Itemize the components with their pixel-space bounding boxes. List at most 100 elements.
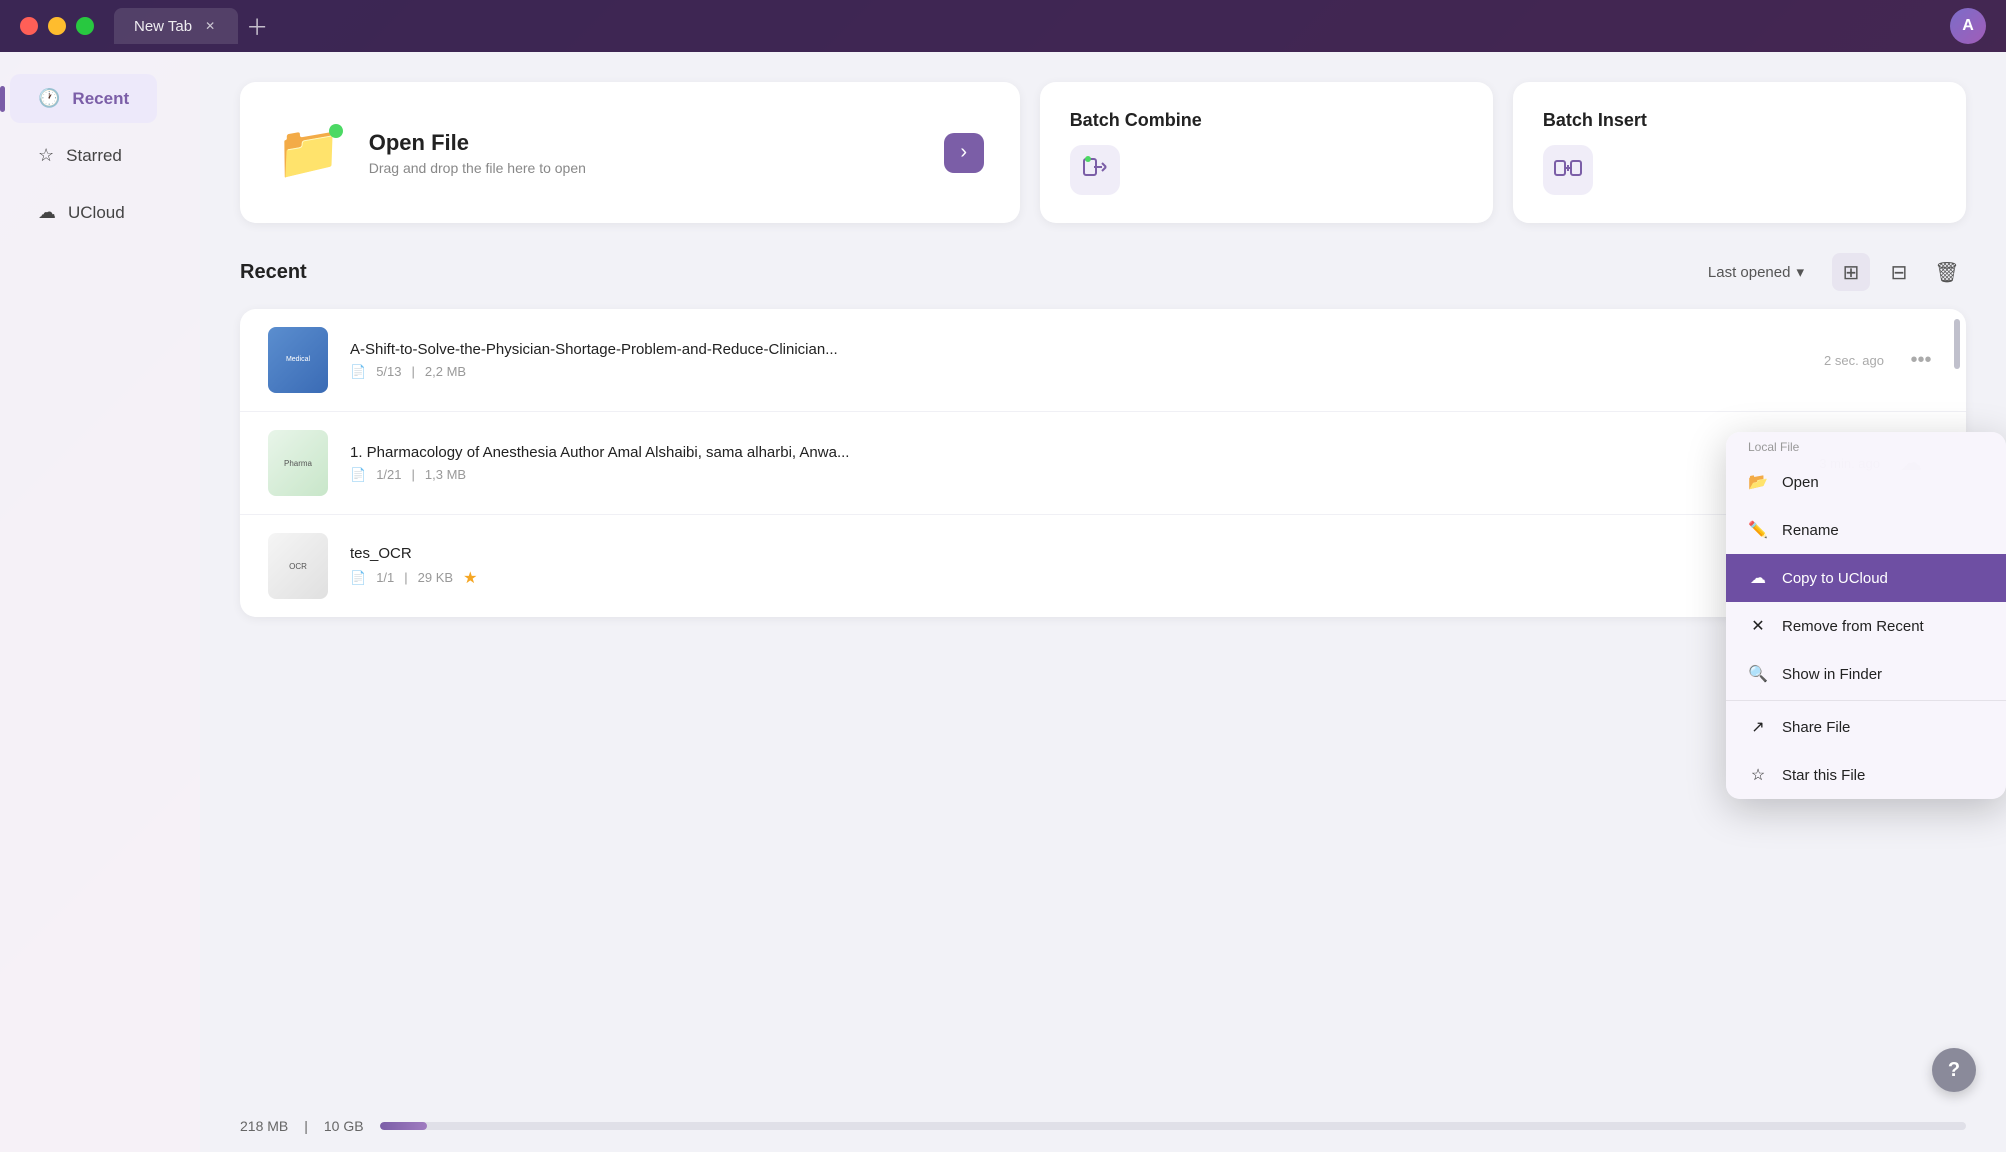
context-menu-label-rename: Rename (1782, 522, 1839, 539)
recent-title: Recent (240, 261, 307, 284)
sidebar: 🕐 Recent ☆ Starred ☁ UCloud (0, 52, 200, 1152)
star-icon: ★ (463, 568, 477, 588)
folder-icon: 📁 (276, 122, 341, 183)
file-size: 1,3 MB (425, 467, 466, 482)
file-pages: 5/13 (376, 364, 401, 379)
file-pages: 1/1 (376, 570, 394, 585)
batch-combine-card[interactable]: Batch Combine (1040, 82, 1493, 223)
chevron-down-icon: ▾ (1796, 263, 1804, 281)
context-menu-label-finder: Show in Finder (1782, 666, 1882, 683)
finder-icon: 🔍 (1748, 664, 1768, 684)
sidebar-item-label: Recent (72, 89, 129, 109)
file-thumbnail: OCR (268, 533, 328, 599)
context-menu-divider (1726, 700, 2006, 701)
page-icon: 📄 (350, 570, 366, 586)
help-button[interactable]: ? (1932, 1048, 1976, 1092)
content-area: 📁 Open File Drag and drop the file here … (200, 52, 2006, 1152)
recent-header: Recent Last opened ▾ ⊞ ⊟ 🗑 (240, 253, 1966, 291)
context-menu-label-remove: Remove from Recent (1782, 618, 1924, 635)
file-meta: 📄 1/21 | 1,3 MB (350, 467, 1819, 483)
close-button[interactable] (20, 17, 38, 35)
traffic-lights (20, 17, 94, 35)
avatar[interactable]: A (1950, 8, 1986, 44)
file-meta: 📄 1/1 | 29 KB ★ (350, 568, 1829, 588)
open-file-subtitle: Drag and drop the file here to open (369, 160, 586, 176)
file-info: tes_OCR 📄 1/1 | 29 KB ★ (350, 545, 1829, 588)
sort-button[interactable]: Last opened ▾ (1698, 257, 1814, 287)
file-size: 29 KB (418, 570, 453, 585)
share-icon: ↗ (1748, 717, 1768, 737)
file-thumbnail: Medical (268, 327, 328, 393)
file-meta: 📄 5/13 | 2,2 MB (350, 364, 1824, 380)
file-info: 1. Pharmacology of Anesthesia Author Ama… (350, 444, 1819, 483)
remove-icon: ✕ (1748, 616, 1768, 636)
context-menu-item-open[interactable]: 📂 Open (1726, 458, 2006, 506)
batch-insert-title: Batch Insert (1543, 110, 1647, 131)
batch-insert-card[interactable]: Batch Insert (1513, 82, 1966, 223)
cards-row: 📁 Open File Drag and drop the file here … (240, 82, 1966, 223)
sort-label: Last opened (1708, 264, 1791, 281)
table-row[interactable]: Pharma 1. Pharmacology of Anesthesia Aut… (240, 412, 1966, 515)
rename-icon: ✏️ (1748, 520, 1768, 540)
batch-combine-icon (1070, 145, 1120, 195)
copy-icon: ☁ (1748, 568, 1768, 588)
context-menu-item-remove-from-recent[interactable]: ✕ Remove from Recent (1726, 602, 2006, 650)
batch-insert-icon (1543, 145, 1593, 195)
titlebar: New Tab ✕ ＋ A (0, 0, 2006, 52)
sidebar-item-label: UCloud (68, 203, 125, 223)
main-content: 🕐 Recent ☆ Starred ☁ UCloud 📁 Open File (0, 52, 2006, 1152)
storage-bar-fill (380, 1122, 428, 1130)
file-info: A-Shift-to-Solve-the-Physician-Shortage-… (350, 341, 1824, 380)
storage-used: 218 MB (240, 1118, 288, 1134)
starred-icon: ☆ (38, 145, 54, 166)
context-menu-label-star: Star this File (1782, 767, 1865, 784)
table-row[interactable]: OCR tes_OCR 📄 1/1 | 29 KB ★ 1 hr. ago ☁ (240, 515, 1966, 617)
sidebar-item-starred[interactable]: ☆ Starred (10, 131, 190, 180)
view-buttons: ⊞ ⊟ 🗑 (1832, 253, 1966, 291)
active-indicator (0, 86, 5, 112)
batch-combine-title: Batch Combine (1070, 110, 1202, 131)
context-menu: Local File 📂 Open ✏️ Rename ☁ Copy to UC… (1726, 432, 2006, 799)
context-menu-item-star-this-file[interactable]: ☆ Star this File (1726, 751, 2006, 799)
context-menu-label-open: Open (1782, 474, 1819, 491)
context-menu-label-share: Share File (1782, 719, 1850, 736)
file-name: A-Shift-to-Solve-the-Physician-Shortage-… (350, 341, 1824, 358)
file-size: 2,2 MB (425, 364, 466, 379)
tab-bar: New Tab ✕ ＋ (114, 8, 272, 44)
tab-label: New Tab (134, 18, 192, 35)
sidebar-item-recent[interactable]: 🕐 Recent (10, 74, 157, 123)
context-menu-item-share-file[interactable]: ↗ Share File (1726, 703, 2006, 751)
page-icon: 📄 (350, 467, 366, 483)
scrollbar[interactable] (1954, 319, 1960, 369)
file-time: 2 sec. ago (1824, 353, 1884, 368)
context-menu-item-show-in-finder[interactable]: 🔍 Show in Finder (1726, 650, 2006, 698)
sidebar-item-ucloud[interactable]: ☁ UCloud (10, 188, 190, 237)
tab-close-button[interactable]: ✕ (202, 18, 218, 34)
list-view-button[interactable]: ⊟ (1880, 253, 1918, 291)
context-menu-label-copy: Copy to UCloud (1782, 570, 1888, 587)
new-tab[interactable]: New Tab ✕ (114, 8, 238, 44)
open-icon: 📂 (1748, 472, 1768, 492)
context-menu-item-copy-to-ucloud[interactable]: ☁ Copy to UCloud (1726, 554, 2006, 602)
file-more-button[interactable]: ••• (1904, 343, 1938, 377)
file-pages: 1/21 (376, 467, 401, 482)
file-name: tes_OCR (350, 545, 1829, 562)
star-file-icon: ☆ (1748, 765, 1768, 785)
sidebar-recent-wrapper: 🕐 Recent (0, 72, 200, 125)
minimize-button[interactable] (48, 17, 66, 35)
grid-view-button[interactable]: ⊞ (1832, 253, 1870, 291)
storage-total: 10 GB (324, 1118, 364, 1134)
storage-bar-background (380, 1122, 1966, 1130)
maximize-button[interactable] (76, 17, 94, 35)
new-tab-button[interactable]: ＋ (242, 11, 272, 41)
delete-button[interactable]: 🗑 (1928, 253, 1966, 291)
open-file-arrow-button[interactable]: › (944, 133, 984, 173)
storage-separator: | (304, 1118, 308, 1134)
file-name: 1. Pharmacology of Anesthesia Author Ama… (350, 444, 1819, 461)
storage-bar: 218 MB | 10 GB (200, 1100, 2006, 1152)
context-menu-item-rename[interactable]: ✏️ Rename (1726, 506, 2006, 554)
ucloud-icon: ☁ (38, 202, 56, 223)
open-file-card[interactable]: 📁 Open File Drag and drop the file here … (240, 82, 1020, 223)
context-menu-type-label: Local File (1726, 432, 2006, 458)
table-row[interactable]: Medical A-Shift-to-Solve-the-Physician-S… (240, 309, 1966, 412)
